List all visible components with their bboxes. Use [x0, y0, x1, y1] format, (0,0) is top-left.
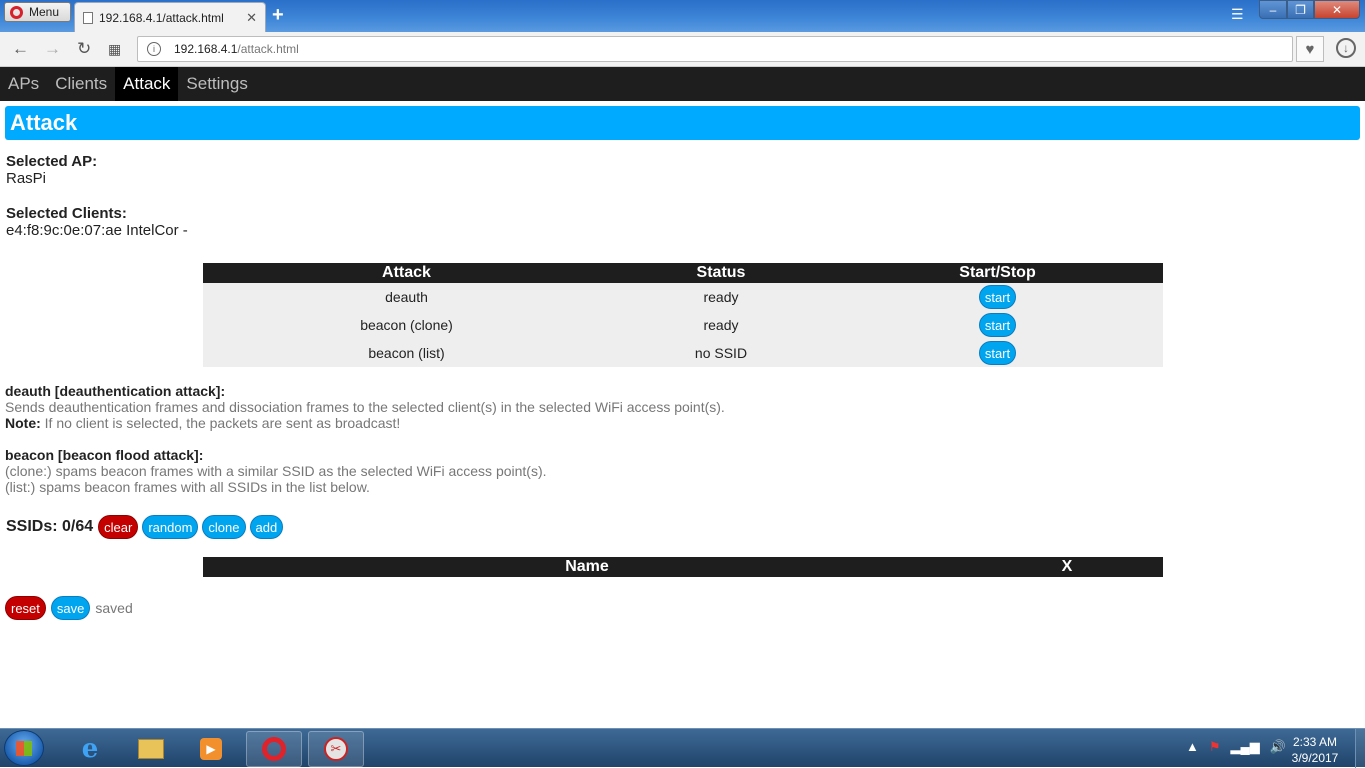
footer-actions: reset save saved: [5, 596, 133, 620]
snipping-tool-icon[interactable]: ✂: [308, 731, 364, 767]
attack-name: beacon (clone): [203, 311, 610, 339]
forward-icon[interactable]: →: [44, 39, 61, 59]
note-label: Note:: [5, 415, 41, 431]
name-column-header: Name: [203, 557, 971, 577]
reset-button[interactable]: reset: [5, 596, 46, 620]
save-status: saved: [95, 600, 133, 616]
page-title: Attack: [5, 106, 1360, 140]
nav-aps[interactable]: APs: [0, 67, 47, 101]
url-field[interactable]: i 192.168.4.1/attack.html: [137, 36, 1293, 62]
tab-menu-icon[interactable]: ☰: [1231, 6, 1244, 23]
web-page: APs Clients Attack Settings Attack Selec…: [0, 67, 1365, 728]
system-tray: ▲ ⚑ ▂▄▆ 🔊: [1186, 739, 1286, 755]
deauth-description: Sends deauthentication frames and dissoc…: [5, 399, 725, 415]
attack-status: ready: [610, 311, 832, 339]
maximize-button[interactable]: ❐: [1287, 0, 1314, 19]
menu-label: Menu: [29, 5, 60, 19]
reload-icon[interactable]: ↻: [77, 39, 91, 59]
nav-clients[interactable]: Clients: [47, 67, 115, 101]
url-path: /attack.html: [237, 42, 299, 56]
address-toolbar: ← → ↻ ▦ i 192.168.4.1/attack.html ♥ ↓: [0, 32, 1365, 67]
back-icon[interactable]: ←: [12, 39, 29, 59]
page-icon: [83, 11, 93, 24]
show-hidden-icons-icon[interactable]: ▲: [1186, 739, 1199, 755]
nav-settings[interactable]: Settings: [178, 67, 255, 101]
attack-name: deauth: [203, 283, 610, 311]
windows-logo-icon: [16, 741, 32, 756]
attack-column-header: Attack: [203, 263, 610, 283]
opera-menu-button[interactable]: Menu: [4, 2, 71, 22]
start-deauth-button[interactable]: start: [978, 285, 1017, 309]
clock-date: 3/9/2017: [1291, 751, 1339, 765]
start-beacon-clone-button[interactable]: start: [978, 313, 1017, 337]
attack-table: Attack Status Start/Stop deauth ready st…: [203, 263, 1163, 367]
opera-logo-icon: [10, 5, 23, 19]
selected-ap-label: Selected AP:: [6, 153, 98, 170]
start-button[interactable]: [4, 730, 44, 766]
show-desktop-button[interactable]: [1355, 729, 1365, 768]
window-controls: – ❐ ✕: [1259, 0, 1360, 19]
media-player-icon[interactable]: ▶: [183, 731, 239, 767]
save-button[interactable]: save: [50, 596, 91, 620]
action-center-flag-icon[interactable]: ⚑: [1209, 739, 1221, 755]
attack-status: no SSID: [610, 339, 832, 367]
url-host: 192.168.4.1: [174, 42, 238, 56]
selected-clients-section: Selected Clients: e4:f8:9c:0e:07:ae Inte…: [6, 205, 1365, 239]
clone-ssids-button[interactable]: clone: [202, 515, 246, 539]
browser-titlebar: Menu 192.168.4.1/attack.html ✕ + ☰ – ❐ ✕: [0, 0, 1365, 32]
windows-taskbar: e ▶ ✂ ▲ ⚑ ▂▄▆ 🔊 2:33 AM 3/9/2017: [0, 728, 1365, 768]
deauth-title: deauth [deauthentication attack]:: [5, 383, 226, 399]
add-ssid-button[interactable]: add: [249, 515, 284, 539]
selected-clients-label: Selected Clients:: [6, 205, 127, 222]
system-clock[interactable]: 2:33 AM 3/9/2017: [1280, 734, 1350, 766]
tab-title: 192.168.4.1/attack.html: [99, 10, 224, 25]
network-signal-icon[interactable]: ▂▄▆: [1231, 739, 1260, 755]
ssids-toolbar: SSIDs: 0/64 clear random clone add: [6, 515, 284, 539]
beacon-title: beacon [beacon flood attack]:: [5, 447, 204, 463]
internet-explorer-icon[interactable]: e: [62, 731, 118, 767]
download-icon[interactable]: ↓: [1336, 38, 1356, 58]
random-ssids-button[interactable]: random: [142, 515, 199, 539]
attack-name: beacon (list): [203, 339, 610, 367]
nav-attack[interactable]: Attack: [115, 67, 179, 101]
selected-ap-value: RasPi: [6, 170, 47, 187]
clock-time: 2:33 AM: [1292, 735, 1338, 749]
startstop-column-header: Start/Stop: [832, 263, 1163, 283]
site-info-icon[interactable]: i: [147, 42, 161, 56]
top-navigation: APs Clients Attack Settings: [0, 67, 1365, 101]
new-tab-button[interactable]: +: [272, 4, 284, 27]
selected-ap-section: Selected AP: RasPi: [6, 153, 1365, 187]
close-window-button[interactable]: ✕: [1314, 0, 1360, 19]
delete-column-header: X: [971, 557, 1163, 577]
selected-clients-value: e4:f8:9c:0e:07:ae IntelCor -: [6, 222, 188, 239]
ssids-count: SSIDs: 0/64: [6, 518, 94, 535]
browser-tab[interactable]: 192.168.4.1/attack.html ✕: [74, 2, 266, 32]
bookmark-heart-icon[interactable]: ♥: [1296, 36, 1324, 62]
table-row: deauth ready start: [203, 283, 1163, 311]
minimize-button[interactable]: –: [1259, 0, 1287, 19]
file-explorer-icon[interactable]: [123, 731, 179, 767]
speed-dial-icon[interactable]: ▦: [108, 41, 121, 58]
tab-close-icon[interactable]: ✕: [246, 10, 257, 26]
status-column-header: Status: [610, 263, 832, 283]
beacon-list-description: (list:) spams beacon frames with all SSI…: [5, 479, 370, 495]
clear-ssids-button[interactable]: clear: [98, 515, 139, 539]
opera-taskbar-icon[interactable]: [246, 731, 302, 767]
table-row: beacon (list) no SSID start: [203, 339, 1163, 367]
beacon-clone-description: (clone:) spams beacon frames with a simi…: [5, 463, 547, 479]
start-beacon-list-button[interactable]: start: [978, 341, 1017, 365]
table-row: beacon (clone) ready start: [203, 311, 1163, 339]
ssid-table: Name X: [203, 557, 1163, 577]
note-text: If no client is selected, the packets ar…: [40, 415, 401, 431]
attack-info: deauth [deauthentication attack]: Sends …: [5, 383, 725, 495]
attack-status: ready: [610, 283, 832, 311]
